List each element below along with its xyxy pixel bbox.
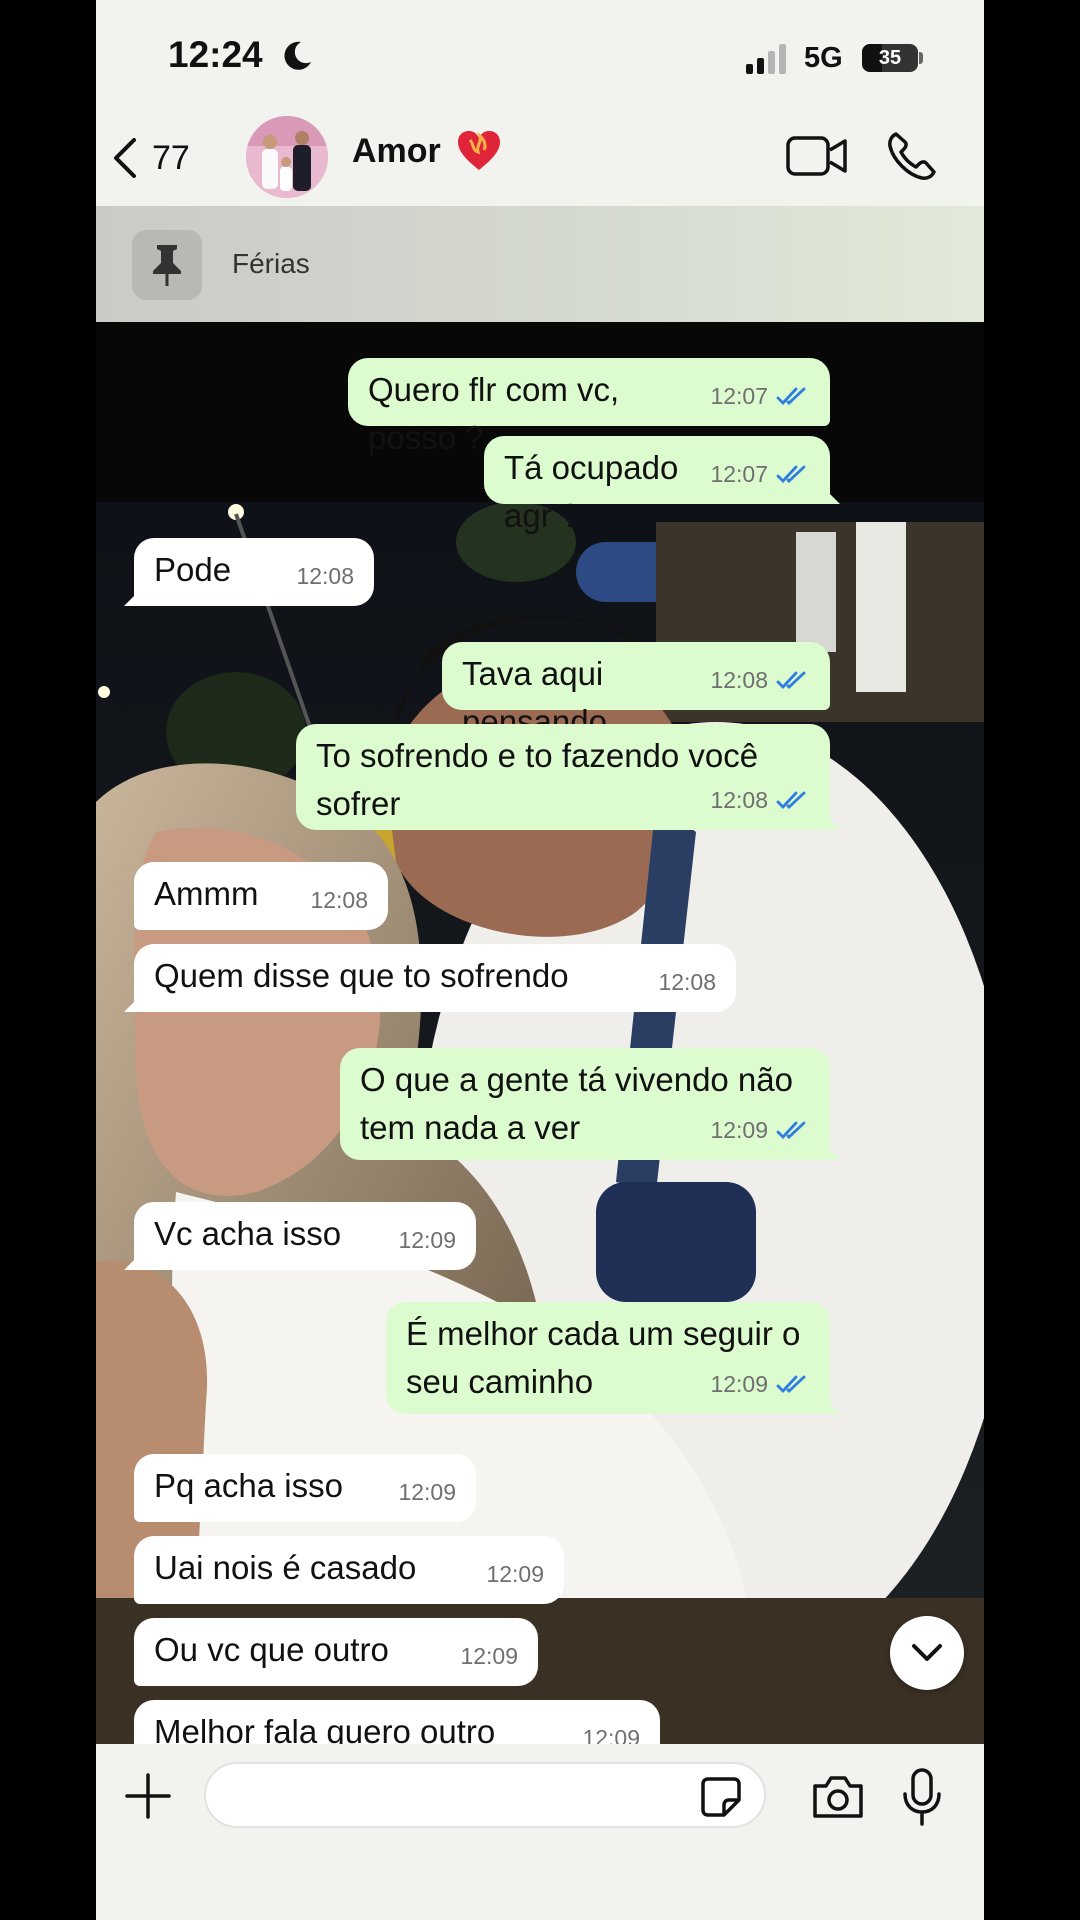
sticker-icon[interactable] — [700, 1776, 742, 1818]
message-meta: 12:09 — [398, 1216, 456, 1264]
message-time: 12:08 — [710, 667, 768, 693]
unread-count: 77 — [152, 138, 190, 177]
message-time: 12:09 — [582, 1725, 640, 1744]
message-meta: 12:08 — [296, 552, 354, 600]
battery-icon: 35 — [862, 44, 918, 72]
status-time: 12:24 — [168, 34, 263, 75]
phone-icon[interactable] — [886, 130, 938, 182]
message-meta: 12:08 — [310, 876, 368, 924]
message-time: 12:09 — [486, 1561, 544, 1587]
camera-icon[interactable] — [811, 1774, 865, 1820]
message-time: 12:08 — [658, 969, 716, 995]
outgoing-message-bubble[interactable]: Tava aqui pensando 12:08 — [442, 642, 830, 740]
scroll-to-bottom-button[interactable] — [890, 1616, 964, 1690]
message-time: 12:09 — [460, 1643, 518, 1669]
contact-name[interactable]: Amor — [352, 132, 441, 171]
message-time: 12:09 — [398, 1227, 456, 1253]
message-time: 12:09 — [398, 1479, 456, 1505]
back-button[interactable]: 77 — [110, 130, 210, 186]
message-text: Melhor fala quero outro — [154, 1713, 496, 1744]
moon-icon — [284, 41, 311, 70]
battery-cap — [919, 52, 923, 64]
read-ticks-icon — [776, 1121, 806, 1140]
incoming-message-bubble[interactable]: Uai nois é casado 12:09 — [134, 1536, 564, 1604]
video-call-icon[interactable] — [786, 134, 848, 178]
message-time: 12:07 — [710, 383, 768, 409]
heart-emoji-icon — [458, 131, 500, 170]
message-meta: 12:09 — [710, 1360, 810, 1408]
message-time: 12:09 — [710, 1371, 768, 1397]
message-meta: 12:09 — [460, 1632, 518, 1680]
outgoing-message-bubble[interactable]: É melhor cada um seguir o seu caminho 12:… — [386, 1302, 830, 1414]
battery-level: 35 — [878, 47, 902, 69]
pin-icon — [153, 245, 181, 286]
microphone-icon[interactable] — [902, 1768, 942, 1826]
message-meta: 12:08 — [710, 656, 810, 704]
read-ticks-icon — [776, 791, 806, 810]
message-time: 12:09 — [710, 1117, 768, 1143]
message-meta: 12:08 — [710, 776, 810, 824]
message-time: 12:08 — [296, 563, 354, 589]
message-meta: 12:08 — [658, 958, 716, 1006]
outgoing-message-bubble[interactable]: To sofrendo e to fazendo você sofrer 12:0… — [296, 724, 830, 830]
message-input[interactable] — [204, 1762, 766, 1828]
avatar[interactable] — [246, 116, 328, 198]
pin-box — [132, 230, 202, 300]
message-meta: 12:09 — [486, 1550, 544, 1598]
outgoing-message-bubble[interactable]: Tá ocupado agr ? 12:07 — [484, 436, 830, 534]
read-ticks-icon — [776, 387, 806, 406]
pinned-label: Férias — [232, 248, 310, 279]
chevron-down-icon — [912, 1644, 942, 1661]
message-meta: 12:09 — [710, 1106, 810, 1154]
message-meta: 12:07 — [710, 372, 810, 420]
avatar-photo — [246, 116, 328, 198]
incoming-message-bubble[interactable]: Vc acha isso 12:09 — [134, 1202, 476, 1270]
chat-header: 77 Amor — [96, 110, 984, 206]
pinned-message-bar[interactable]: Férias — [96, 206, 984, 322]
incoming-message-bubble[interactable]: Ou vc que outro 12:09 — [134, 1618, 538, 1686]
read-ticks-icon — [776, 1375, 806, 1394]
read-ticks-icon — [776, 671, 806, 690]
network-type: 5G — [804, 42, 843, 74]
incoming-message-bubble[interactable]: Pode 12:08 — [134, 538, 374, 606]
outgoing-message-bubble[interactable]: Quero flr com vc, posso ? 12:07 — [348, 358, 830, 456]
incoming-message-bubble[interactable]: Pq acha isso 12:09 — [134, 1454, 476, 1522]
chat-area[interactable]: Quero flr com vc, posso ? 12:07 Tá ocupado… — [96, 322, 984, 1744]
read-ticks-icon — [776, 465, 806, 484]
plus-icon[interactable] — [124, 1772, 172, 1820]
message-time: 12:08 — [710, 787, 768, 813]
message-time: 12:07 — [710, 461, 768, 487]
composer-bar — [96, 1744, 984, 1920]
outgoing-message-bubble[interactable]: O que a gente tá vivendo não tem nada a … — [340, 1048, 830, 1160]
message-time: 12:08 — [310, 887, 368, 913]
incoming-message-bubble[interactable]: Quem disse que to sofrendo 12:08 — [134, 944, 736, 1012]
message-text: Quem disse que to sofrendo — [154, 957, 569, 994]
back-chevron-icon — [114, 138, 136, 178]
incoming-message-bubble[interactable]: Ammm 12:08 — [134, 862, 388, 930]
message-meta: 12:09 — [582, 1714, 640, 1744]
message-meta: 12:09 — [398, 1468, 456, 1516]
message-meta: 12:07 — [710, 450, 810, 498]
incoming-message-bubble[interactable]: Melhor fala quero outro 12:09 — [134, 1700, 660, 1744]
signal-icon — [746, 44, 786, 74]
phone-screen: 12:24 5G 35 77 Amor Férias Quero flr com… — [96, 0, 984, 1920]
status-bar: 12:24 5G 35 — [96, 0, 984, 110]
